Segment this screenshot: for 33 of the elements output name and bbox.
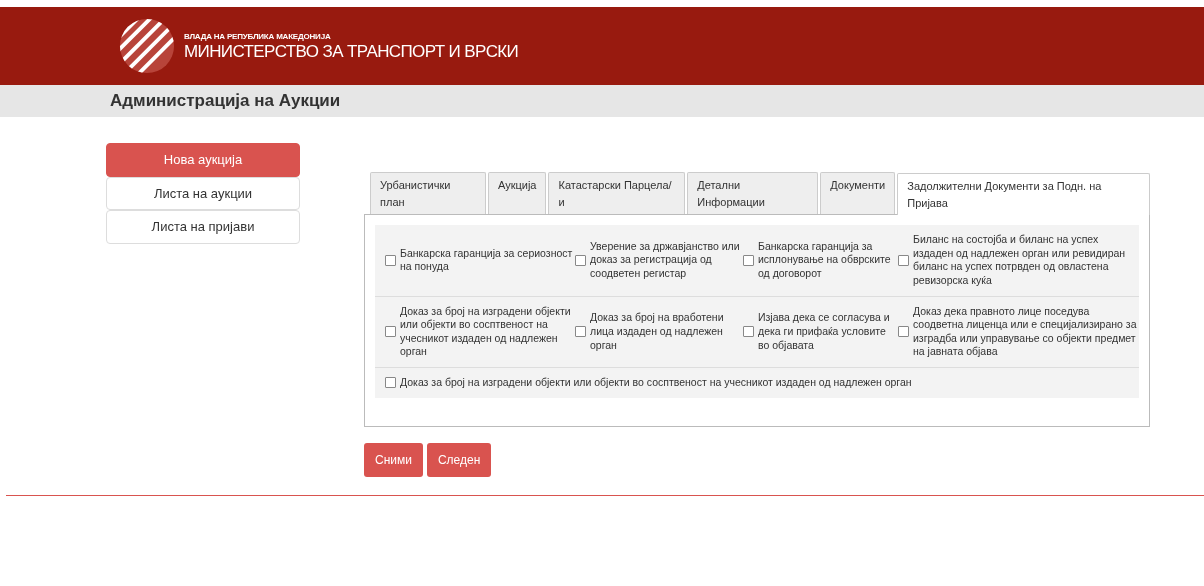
checkbox-label: Уверение за државјанство или доказ за регистрација од соодветен регистар <box>590 239 741 281</box>
sidebar-item[interactable]: Листа на аукции <box>106 176 300 210</box>
checkbox[interactable] <box>898 326 909 338</box>
government-subtitle: ВЛАДА НА РЕПУБЛИКА МАКЕДОНИЈА <box>184 30 332 43</box>
checkbox-label: Доказ за број на вработени лица издаден од надлежен орган <box>590 311 725 353</box>
checkbox-label: Доказ дека правното лице поседува соодветна лиценца или е специјализирано за изградба или управување со објекти предмет на јавната објава <box>913 304 1138 360</box>
checkbox[interactable] <box>743 326 754 338</box>
checkbox[interactable] <box>575 326 586 338</box>
checkbox-label: Изјава дека се согласува и дека ги прифаќа условите во објавата <box>758 311 891 353</box>
page-title: Администрација на Аукции <box>110 90 341 113</box>
logo-icon <box>118 17 176 75</box>
sidebar-item[interactable]: Листа на пријави <box>106 210 300 244</box>
checkbox-label: Банкарска гаранција за исплонување на обврските од договорот <box>758 239 892 281</box>
checkbox-label: Биланс на состојба и биланс на успех издаден од надлежен орган или ревидиран биланс на успех потрвден од овластена ревизорска куќа <box>913 233 1127 288</box>
checkbox[interactable] <box>575 254 586 266</box>
tab[interactable]: Детални Информации <box>687 172 819 214</box>
checkbox-label: Доказ за број на изградени објекти или објекти во сосптвеност на учесникот издаден од надлежен орган <box>400 304 572 360</box>
checkbox-label: Доказ за број на изградени објекти или објекти во сосптвеност на учесникот издаден од надлежен орган <box>400 376 912 390</box>
tab[interactable]: Задолжителни Документи за Подн. на Пријава <box>897 173 1150 215</box>
checkbox[interactable] <box>898 254 909 266</box>
next-button[interactable]: Следен <box>426 442 492 477</box>
sidebar-item[interactable]: Нова аукција <box>106 143 300 177</box>
checkbox[interactable] <box>385 254 396 266</box>
tab[interactable]: Урбанистички план <box>370 172 486 214</box>
ministry-title: МИНИСТЕРСТВО ЗА ТРАНСПОРТ И ВРСКИ <box>184 42 519 62</box>
tab[interactable]: Аукција <box>487 172 547 214</box>
tab[interactable]: Катастарски Парцела/и <box>548 172 686 214</box>
checkbox[interactable] <box>385 326 396 338</box>
checkbox[interactable] <box>743 254 754 266</box>
checkbox-label: Банкарска гаранција за сериозност на понуда <box>400 246 574 274</box>
save-button[interactable]: Сними <box>364 442 423 477</box>
tab[interactable]: Документи <box>820 172 896 214</box>
checkbox[interactable] <box>385 377 396 389</box>
